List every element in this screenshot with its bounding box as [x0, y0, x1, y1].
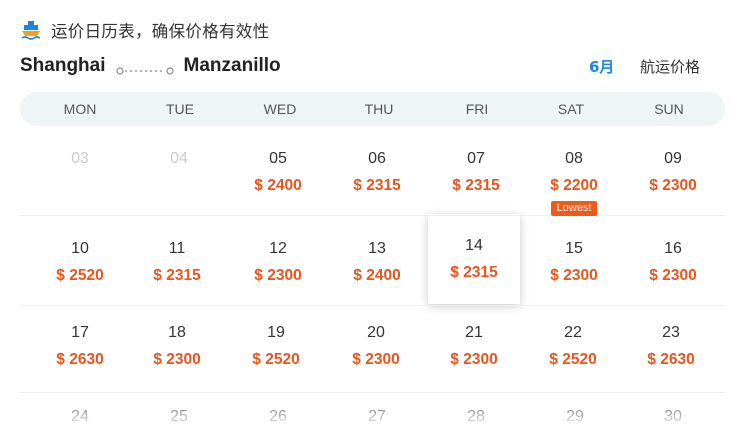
- day-number: 08: [565, 150, 583, 167]
- weekday-mon: MON: [63, 101, 97, 117]
- day-number: 16: [664, 240, 682, 257]
- day-price: $ 2400: [254, 177, 302, 194]
- calendar-day[interactable]: 08 $ 2200 Lowest: [526, 149, 622, 216]
- calendar-day[interactable]: 21 $ 2300: [426, 323, 522, 370]
- month-selector[interactable]: 6月: [589, 56, 614, 77]
- day-number: 11: [168, 240, 186, 257]
- calendar-day: 04: [131, 149, 227, 169]
- ship-icon: [20, 19, 42, 41]
- weekday-thu: THU: [364, 101, 394, 117]
- calendar-day[interactable]: 15 $ 2300: [526, 239, 622, 286]
- day-price: $ 2520: [252, 351, 300, 368]
- freight-price-link[interactable]: 航运价格: [640, 56, 700, 77]
- day-number: 23: [662, 324, 680, 341]
- row-divider: [20, 305, 725, 306]
- route-summary: Shanghai Manzanillo: [20, 52, 281, 80]
- day-number: 04: [170, 150, 188, 167]
- day-price: $ 2520: [56, 267, 104, 284]
- day-number: 18: [168, 324, 186, 341]
- route-line-icon: [115, 61, 174, 75]
- calendar-day[interactable]: 09 $ 2300: [625, 149, 721, 196]
- day-number: 05: [269, 150, 287, 167]
- calendar-day[interactable]: 05 $ 2400: [230, 149, 326, 196]
- day-number: 20: [367, 324, 385, 341]
- day-number: 12: [269, 240, 287, 257]
- weekday-fri: FRI: [465, 101, 489, 117]
- calendar-day[interactable]: 11 $ 2315: [129, 239, 225, 286]
- day-price: $ 2300: [352, 351, 400, 368]
- destination-port: Manzanillo: [183, 55, 281, 76]
- freight-calendar-page: 运价日历表，确保价格有效性 Shanghai Manzanillo 6月 航运价…: [0, 0, 741, 425]
- calendar-header: 运价日历表，确保价格有效性: [20, 16, 269, 44]
- calendar-title: 运价日历表，确保价格有效性: [51, 22, 270, 41]
- day-number: 21: [465, 324, 483, 341]
- day-price: $ 2300: [254, 267, 302, 284]
- day-price: $ 2315: [153, 267, 201, 284]
- weekday-bar: MON TUE WED THU FRI SAT SUN: [20, 92, 725, 126]
- day-price: $ 2520: [549, 351, 597, 368]
- day-price: $ 2300: [450, 351, 498, 368]
- calendar-day[interactable]: 16 $ 2300: [625, 239, 721, 286]
- day-price: $ 2315: [353, 177, 401, 194]
- calendar-day[interactable]: 13 $ 2400: [329, 239, 425, 286]
- calendar-day[interactable]: 12 $ 2300: [230, 239, 326, 286]
- calendar-day-selected[interactable]: 14 $ 2315: [426, 236, 522, 283]
- day-price: $ 2300: [550, 267, 598, 284]
- calendar-day[interactable]: 06 $ 2315: [329, 149, 425, 196]
- day-number: 14: [465, 237, 483, 254]
- day-number: 09: [664, 150, 682, 167]
- day-price: $ 2300: [649, 267, 697, 284]
- day-price: $ 2315: [452, 177, 500, 194]
- day-price: $ 2630: [56, 351, 104, 368]
- calendar-day[interactable]: 18 $ 2300: [129, 323, 225, 370]
- day-price: $ 2300: [153, 351, 201, 368]
- day-number: 07: [467, 150, 485, 167]
- weekday-tue: TUE: [166, 101, 194, 117]
- day-price: $ 2200: [550, 177, 598, 194]
- calendar-day[interactable]: 23 $ 2630: [623, 323, 719, 370]
- weekday-wed: WED: [263, 101, 297, 117]
- calendar-day[interactable]: 07 $ 2315: [428, 149, 524, 196]
- scroll-fade: [0, 400, 741, 425]
- day-price: $ 2315: [450, 264, 498, 281]
- weekday-sun: SUN: [654, 101, 684, 117]
- calendar-day[interactable]: 19 $ 2520: [228, 323, 324, 370]
- day-number: 03: [71, 150, 89, 167]
- day-price: $ 2300: [649, 177, 697, 194]
- lowest-price-badge: Lowest: [550, 201, 598, 216]
- weekday-sat: SAT: [557, 101, 585, 117]
- day-number: 15: [565, 240, 583, 257]
- calendar-day[interactable]: 17 $ 2630: [32, 323, 128, 370]
- day-number: 13: [368, 240, 386, 257]
- day-number: 17: [71, 324, 89, 341]
- origin-port: Shanghai: [20, 55, 106, 76]
- calendar-day[interactable]: 20 $ 2300: [328, 323, 424, 370]
- day-price: $ 2630: [647, 351, 695, 368]
- day-number: 22: [564, 324, 582, 341]
- day-price: $ 2400: [353, 267, 401, 284]
- calendar-day[interactable]: 10 $ 2520: [32, 239, 128, 286]
- day-number: 06: [368, 150, 386, 167]
- calendar-day: 03: [32, 149, 128, 169]
- day-number: 19: [267, 324, 285, 341]
- day-number: 10: [71, 240, 89, 257]
- row-divider: [20, 392, 725, 393]
- calendar-day[interactable]: 22 $ 2520: [525, 323, 621, 370]
